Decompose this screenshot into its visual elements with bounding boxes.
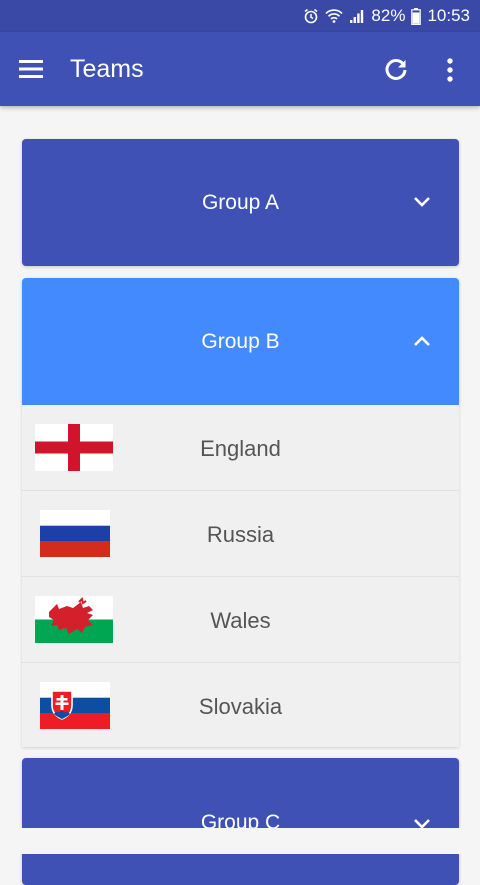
group-c-header[interactable]: Group C bbox=[22, 758, 459, 885]
chevron-down-icon bbox=[412, 194, 432, 210]
bottom-edge bbox=[0, 828, 480, 854]
status-bar: 82% 10:53 bbox=[0, 0, 480, 32]
team-name: Russia bbox=[206, 522, 275, 547]
team-name: Slovakia bbox=[198, 694, 283, 719]
team-row[interactable]: England bbox=[22, 405, 459, 491]
group-a-header[interactable]: Group A bbox=[22, 139, 459, 266]
team-row[interactable]: Wales bbox=[22, 577, 459, 663]
battery-icon bbox=[411, 7, 422, 25]
group-b-team-list: England Russia Wales Slovakia bbox=[22, 405, 459, 747]
group-b-label: Group B bbox=[201, 330, 280, 353]
group-b-header[interactable]: Group B bbox=[22, 278, 459, 405]
menu-icon[interactable] bbox=[18, 58, 46, 80]
team-row[interactable]: Russia bbox=[22, 491, 459, 577]
battery-percent: 82% bbox=[371, 6, 406, 25]
refresh-icon[interactable] bbox=[382, 56, 410, 84]
status-time: 10:53 bbox=[427, 6, 470, 25]
alarm-icon bbox=[303, 8, 319, 24]
team-name: England bbox=[200, 436, 281, 461]
team-name: Wales bbox=[210, 608, 271, 633]
page-title: Teams bbox=[70, 55, 144, 83]
more-vert-icon[interactable] bbox=[440, 56, 460, 84]
team-row[interactable]: Slovakia bbox=[22, 663, 459, 748]
app-bar: Teams bbox=[0, 32, 480, 106]
chevron-up-icon bbox=[412, 333, 432, 349]
signal-icon bbox=[349, 8, 365, 24]
wifi-icon bbox=[325, 8, 344, 24]
group-a-label: Group A bbox=[201, 191, 280, 214]
